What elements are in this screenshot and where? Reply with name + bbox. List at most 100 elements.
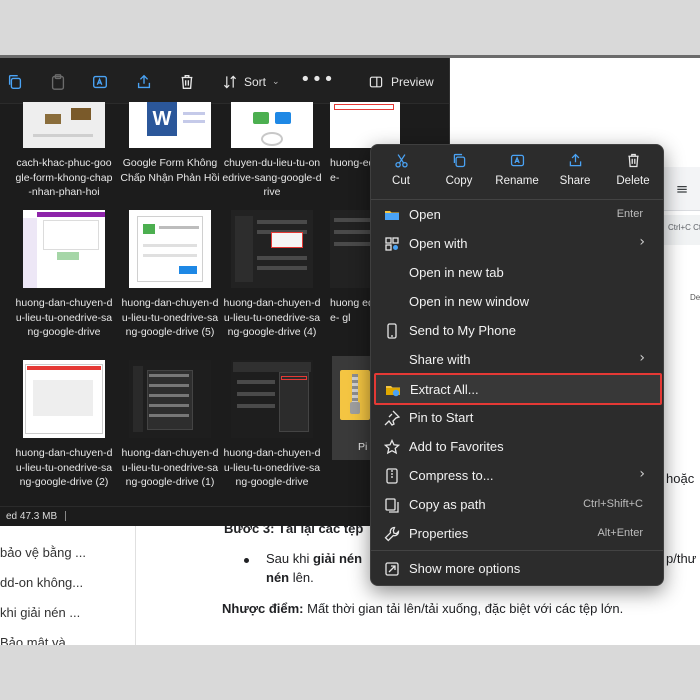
copy-button[interactable]: Copy	[431, 152, 487, 194]
delete-button[interactable]: Delete	[605, 152, 661, 194]
file-item[interactable]: huong-dan-chuyen-du-lieu-tu-onedrive-san…	[222, 210, 322, 340]
share-icon	[569, 153, 581, 167]
more-options-button[interactable]: •••	[300, 71, 335, 89]
copy-icon[interactable]	[4, 71, 26, 93]
trash-icon	[627, 153, 639, 168]
file-name: huong-dan-chuyen-du-lieu-tu-onedrive-san…	[121, 297, 219, 338]
file-item[interactable]: chuyen-du-lieu-tu-onedrive-sang-google-d…	[222, 102, 322, 200]
menu-item-add-favorites[interactable]: Add to Favorites	[375, 433, 659, 461]
menu-item-properties[interactable]: Properties Alt+Enter	[375, 520, 659, 548]
file-item[interactable]: huong-dan-chuyen-du-lieu-tu-onedrive-san…	[14, 210, 114, 340]
bullet-dot	[244, 558, 249, 563]
file-name: Pi	[358, 441, 368, 453]
trash-icon[interactable]	[176, 71, 198, 93]
open-with-icon	[384, 236, 400, 252]
share-icon[interactable]	[133, 71, 155, 93]
selected-zip-item[interactable]: Pi	[332, 356, 372, 460]
menu-item-open[interactable]: Open Enter	[375, 201, 659, 229]
menu-item-copy-as-path[interactable]: Copy as path Ctrl+Shift+C	[375, 491, 659, 519]
file-thumbnail	[231, 210, 313, 288]
ruler-hint-text: Ctrl+C Ctrl	[668, 223, 700, 232]
rename-icon	[510, 154, 524, 167]
compress-icon	[384, 468, 400, 484]
sort-icon	[223, 75, 237, 89]
explorer-toolbar: Sort ⌄ ••• Preview	[0, 58, 449, 104]
zip-folder-icon	[340, 370, 370, 420]
bullet-line-2: nén lên.	[266, 570, 314, 585]
file-item[interactable]: huong-dan-chuyen-du-lieu-tu-onedrive-san…	[120, 210, 220, 340]
file-thumbnail: W	[129, 102, 211, 148]
outline-item[interactable]: Bảo mật và ...	[0, 635, 80, 645]
align-icon[interactable]: ≡	[672, 179, 692, 199]
scissors-icon	[394, 154, 408, 168]
file-thumbnail	[129, 360, 211, 438]
cons-paragraph: Nhược điểm: Mất thời gian tải lên/tải xu…	[222, 601, 624, 616]
file-item[interactable]: huong-dan-chuyen-du-lieu-tu-onedrive-san…	[222, 360, 322, 490]
outline-item[interactable]: dd-on không...	[0, 575, 83, 590]
share-button[interactable]: Share	[547, 152, 603, 194]
menu-item-show-more-options[interactable]: Show more options	[375, 555, 659, 583]
phone-icon	[384, 323, 400, 339]
context-quick-actions: Cut Copy Rename Share Delete	[371, 145, 663, 199]
copy-path-icon	[384, 497, 400, 513]
chevron-right-icon: ›	[639, 466, 645, 482]
menu-divider	[371, 550, 663, 551]
extract-folder-icon	[385, 382, 401, 398]
wrench-icon	[384, 526, 400, 542]
menu-item-send-to-phone[interactable]: Send to My Phone	[375, 317, 659, 345]
pin-icon	[384, 410, 401, 426]
preview-pane-icon	[369, 76, 383, 88]
file-thumbnail	[231, 360, 313, 438]
paste-icon[interactable]	[47, 71, 69, 93]
file-thumbnail	[23, 210, 105, 288]
file-name: chuyen-du-lieu-tu-onedrive-sang-google-d…	[222, 157, 322, 198]
file-thumbnail	[23, 360, 105, 438]
cut-button[interactable]: Cut	[373, 152, 429, 194]
star-icon	[383, 438, 401, 455]
right-fragment: p/thư	[666, 551, 697, 566]
sort-label: Sort	[244, 75, 267, 89]
preview-label: Preview	[391, 75, 434, 89]
menu-item-share-with[interactable]: Share with ›	[375, 346, 659, 374]
sort-button[interactable]: Sort ⌄	[222, 71, 280, 93]
file-thumbnail	[231, 102, 313, 148]
right-fragment: hoặc	[666, 471, 695, 486]
file-item[interactable]: W Google Form Không Chấp Nhận Phản Hồi	[120, 102, 220, 185]
context-menu: Cut Copy Rename Share Delete Open Enter …	[370, 144, 664, 586]
word-document-icon: W	[147, 102, 177, 136]
bullet-line-1: Sau khi giải nén	[266, 551, 363, 566]
outline-item[interactable]: khi giải nén ...	[0, 605, 80, 620]
menu-item-open-new-tab[interactable]: Open in new tab	[375, 259, 659, 287]
outline-item[interactable]: bảo vệ bằng ...	[0, 545, 86, 560]
side-fragment: De	[690, 293, 700, 302]
menu-item-pin-to-start[interactable]: Pin to Start	[375, 404, 659, 432]
chevron-right-icon: ›	[639, 234, 645, 250]
chevron-down-icon: ⌄	[272, 77, 280, 87]
menu-divider	[371, 199, 663, 200]
file-name: huong-dan-chuyen-du-lieu-tu-onedrive-san…	[223, 297, 321, 338]
ruler-hint: Ctrl+C Ctrl	[664, 215, 700, 245]
menu-item-open-new-window[interactable]: Open in new window	[375, 288, 659, 316]
rename-icon[interactable]	[89, 71, 111, 93]
rename-button[interactable]: Rename	[489, 152, 545, 194]
file-name: cach-khac-phuc-google-form-khong-chap-nh…	[15, 157, 113, 198]
file-name: Google Form Không Chấp Nhận Phản Hồi	[120, 157, 220, 184]
file-thumbnail	[23, 102, 105, 148]
file-item[interactable]: cach-khac-phuc-google-form-khong-chap-nh…	[14, 102, 114, 200]
menu-item-extract-all[interactable]: Extract All...	[374, 373, 662, 405]
file-name: huong-dan-chuyen-du-lieu-tu-onedrive-san…	[223, 447, 321, 488]
file-thumbnail	[129, 210, 211, 288]
menu-item-open-with[interactable]: Open with ›	[375, 230, 659, 258]
status-text: ed 47.3 MB	[6, 511, 58, 522]
folder-icon	[384, 207, 400, 223]
preview-button[interactable]: Preview	[368, 71, 434, 93]
file-item[interactable]: huong-dan-chuyen-du-lieu-tu-onedrive-san…	[14, 360, 114, 490]
file-name: huong-dan-chuyen-du-lieu-tu-onedrive-san…	[121, 447, 219, 488]
file-item[interactable]: huong-dan-chuyen-du-lieu-tu-onedrive-san…	[120, 360, 220, 490]
copy-icon	[453, 153, 465, 168]
menu-item-compress-to[interactable]: Compress to... ›	[375, 462, 659, 490]
chevron-right-icon: ›	[639, 350, 645, 366]
file-name: huong-dan-chuyen-du-lieu-tu-onedrive-san…	[15, 447, 113, 488]
file-name: huong-dan-chuyen-du-lieu-tu-onedrive-san…	[15, 297, 113, 338]
file-thumbnail	[330, 102, 400, 148]
